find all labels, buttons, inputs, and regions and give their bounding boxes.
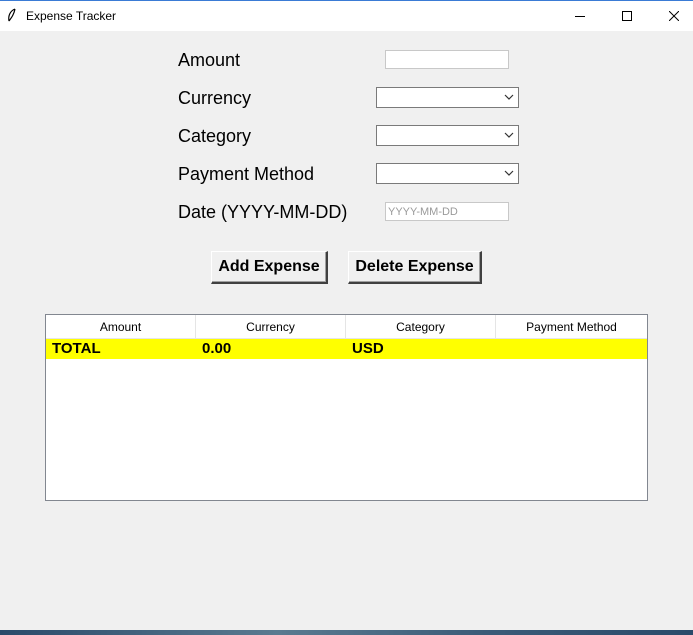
- table-header: Amount Currency Category Payment Method: [46, 315, 647, 339]
- column-header-payment-method[interactable]: Payment Method: [496, 315, 647, 339]
- payment-method-label: Payment Method: [178, 164, 315, 184]
- minimize-button[interactable]: [557, 1, 603, 31]
- total-label-cell: TOTAL: [52, 340, 101, 357]
- category-select[interactable]: [376, 125, 519, 146]
- column-header-currency[interactable]: Currency: [196, 315, 346, 339]
- maximize-button[interactable]: [604, 1, 650, 31]
- currency-select[interactable]: [376, 87, 519, 108]
- amount-input[interactable]: [385, 50, 509, 69]
- date-label: Date (YYYY-MM-DD): [178, 202, 348, 222]
- chevron-down-icon: [504, 170, 514, 176]
- close-button[interactable]: [651, 1, 693, 31]
- taskbar-strip: [0, 630, 693, 635]
- window-title: Expense Tracker: [26, 9, 117, 23]
- column-header-amount[interactable]: Amount: [46, 315, 196, 339]
- expense-table[interactable]: Amount Currency Category Payment Method …: [45, 314, 648, 501]
- chevron-down-icon: [504, 132, 514, 138]
- column-header-category[interactable]: Category: [346, 315, 496, 339]
- delete-expense-button[interactable]: Delete Expense: [348, 251, 482, 284]
- total-currency-cell: USD: [352, 340, 384, 357]
- total-payment-cell: [496, 339, 646, 359]
- close-icon: [669, 11, 679, 21]
- title-bar: Expense Tracker: [0, 0, 693, 31]
- total-row[interactable]: TOTAL 0.00 USD: [46, 339, 647, 359]
- chevron-down-icon: [504, 94, 514, 100]
- currency-label: Currency: [178, 88, 252, 108]
- total-amount-cell: 0.00: [202, 340, 232, 357]
- amount-label: Amount: [178, 50, 241, 70]
- date-input[interactable]: YYYY-MM-DD: [385, 202, 509, 221]
- payment-method-select[interactable]: [376, 163, 519, 184]
- minimize-icon: [575, 16, 585, 17]
- maximize-icon: [622, 11, 632, 21]
- add-expense-button[interactable]: Add Expense: [211, 251, 328, 284]
- feather-icon: [8, 8, 16, 22]
- category-label: Category: [178, 126, 252, 146]
